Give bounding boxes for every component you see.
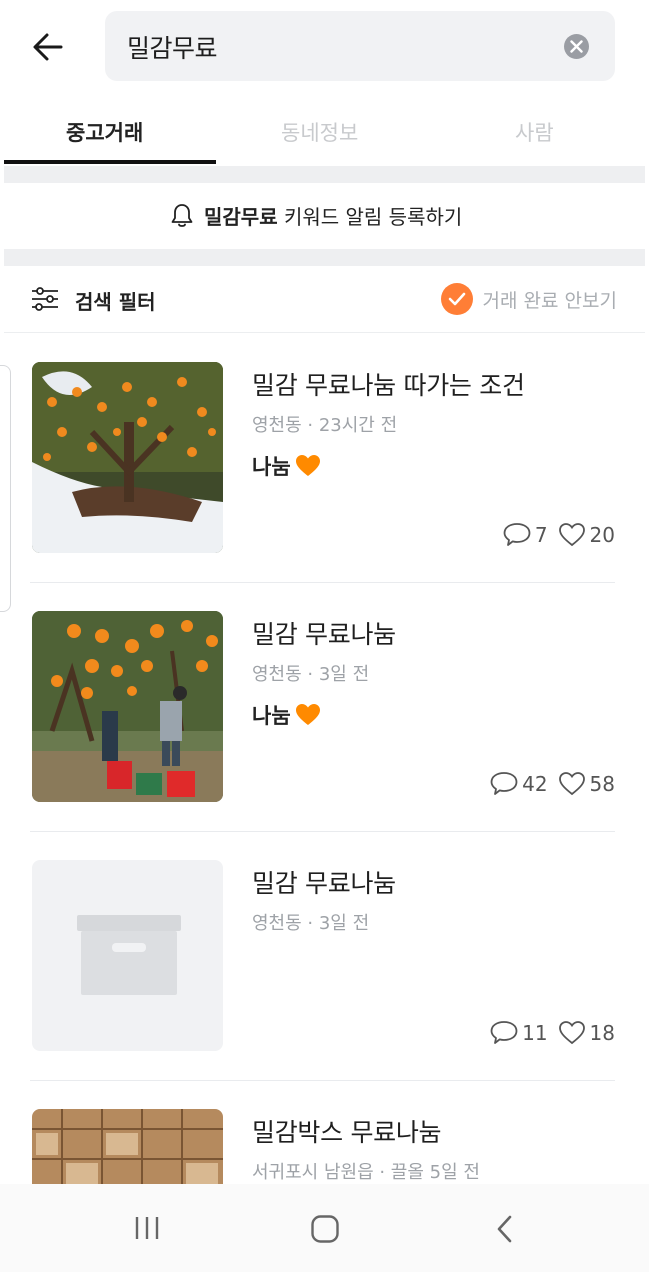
hide-completed-toggle[interactable]: 거래 완료 안보기 <box>440 283 617 315</box>
listing-stats: 42 58 <box>480 771 615 797</box>
listing-title: 밀감박스 무료나눔 <box>252 1118 442 1147</box>
search-header: 밀감무료 <box>0 0 649 95</box>
listing-item[interactable]: 밀감 무료나눔 영천동 · 3일 전 11 18 <box>30 832 615 1080</box>
check-icon <box>440 283 473 315</box>
listing-item[interactable]: 밀감 무료나눔 따가는 조건 영천동 · 23시간 전 나눔 7 20 <box>30 334 615 582</box>
search-query: 밀감무료 <box>127 34 218 63</box>
bell-icon <box>171 203 193 227</box>
tab-local-info[interactable]: 동네정보 <box>281 117 358 147</box>
comment-count: 7 <box>534 523 548 547</box>
listing-location-time: 서귀포시 남원읍 · 끌올 5일 전 <box>252 1162 480 1183</box>
price-label: 나눔 <box>252 455 291 479</box>
keyword-alert-banner[interactable]: 밀감무료 키워드 알림 등록하기 <box>4 183 645 249</box>
like-count: 58 <box>589 772 615 796</box>
listing-stats: 7 20 <box>493 522 615 548</box>
chat-bubble-icon <box>503 523 531 546</box>
heart-outline-icon <box>558 772 585 796</box>
heart-outline-icon <box>558 523 585 547</box>
close-icon <box>570 40 583 53</box>
search-filter-button[interactable]: 검색 필터 <box>75 286 156 315</box>
result-tabs: 중고거래 동네정보 사람 <box>0 95 649 167</box>
listing-title: 밀감 무료나눔 따가는 조건 <box>252 371 525 400</box>
listing-title: 밀감 무료나눔 <box>252 869 396 898</box>
listing-location-time: 영천동 · 3일 전 <box>252 913 370 934</box>
comment-count: 42 <box>522 772 548 796</box>
filter-sliders-icon[interactable] <box>30 284 60 314</box>
tab-people[interactable]: 사람 <box>515 117 554 147</box>
price-label: 나눔 <box>252 704 291 728</box>
hide-completed-label: 거래 완료 안보기 <box>482 289 617 312</box>
orange-heart-icon <box>295 704 320 725</box>
home-icon[interactable] <box>310 1214 340 1244</box>
chat-bubble-icon <box>490 1021 518 1044</box>
listing-thumbnail <box>32 611 223 802</box>
listing-thumbnail <box>32 362 223 553</box>
arrow-left-icon <box>33 33 63 61</box>
heart-outline-icon <box>558 1021 585 1045</box>
active-tab-indicator <box>4 160 216 164</box>
listing-stats: 11 18 <box>480 1020 615 1046</box>
listing-item[interactable]: 밀감 무료나눔 영천동 · 3일 전 나눔 42 58 <box>30 583 615 831</box>
back-nav-icon[interactable] <box>494 1214 516 1244</box>
clear-search-button[interactable] <box>564 34 589 59</box>
system-navigation-bar <box>0 1184 649 1272</box>
alert-keyword: 밀감무료 <box>204 205 278 229</box>
filter-bar: 검색 필터 거래 완료 안보기 <box>4 266 645 333</box>
orange-heart-icon <box>295 455 320 476</box>
side-edge-handle[interactable] <box>0 365 11 612</box>
listing-location-time: 영천동 · 3일 전 <box>252 664 370 685</box>
listing-location-time: 영천동 · 23시간 전 <box>252 415 398 436</box>
listing-item[interactable]: 밀감박스 무료나눔 서귀포시 남원읍 · 끌올 5일 전 <box>30 1081 615 1184</box>
comment-count: 11 <box>522 1021 548 1045</box>
listing-thumbnail <box>32 1109 223 1184</box>
box-icon <box>77 915 181 995</box>
tab-used-trade[interactable]: 중고거래 <box>66 117 143 147</box>
like-count: 18 <box>589 1021 615 1045</box>
listing-thumbnail-placeholder <box>32 860 223 1051</box>
section-divider <box>4 249 645 266</box>
listing-price: 나눔 <box>252 451 321 481</box>
back-button[interactable] <box>28 26 70 68</box>
alert-text: 키워드 알림 등록하기 <box>277 205 463 229</box>
recent-apps-icon[interactable] <box>133 1214 161 1242</box>
search-input[interactable]: 밀감무료 <box>105 11 615 81</box>
listing-title: 밀감 무료나눔 <box>252 620 396 649</box>
like-count: 20 <box>589 523 615 547</box>
listing-price: 나눔 <box>252 700 321 730</box>
section-divider <box>4 166 645 183</box>
chat-bubble-icon <box>490 772 518 795</box>
